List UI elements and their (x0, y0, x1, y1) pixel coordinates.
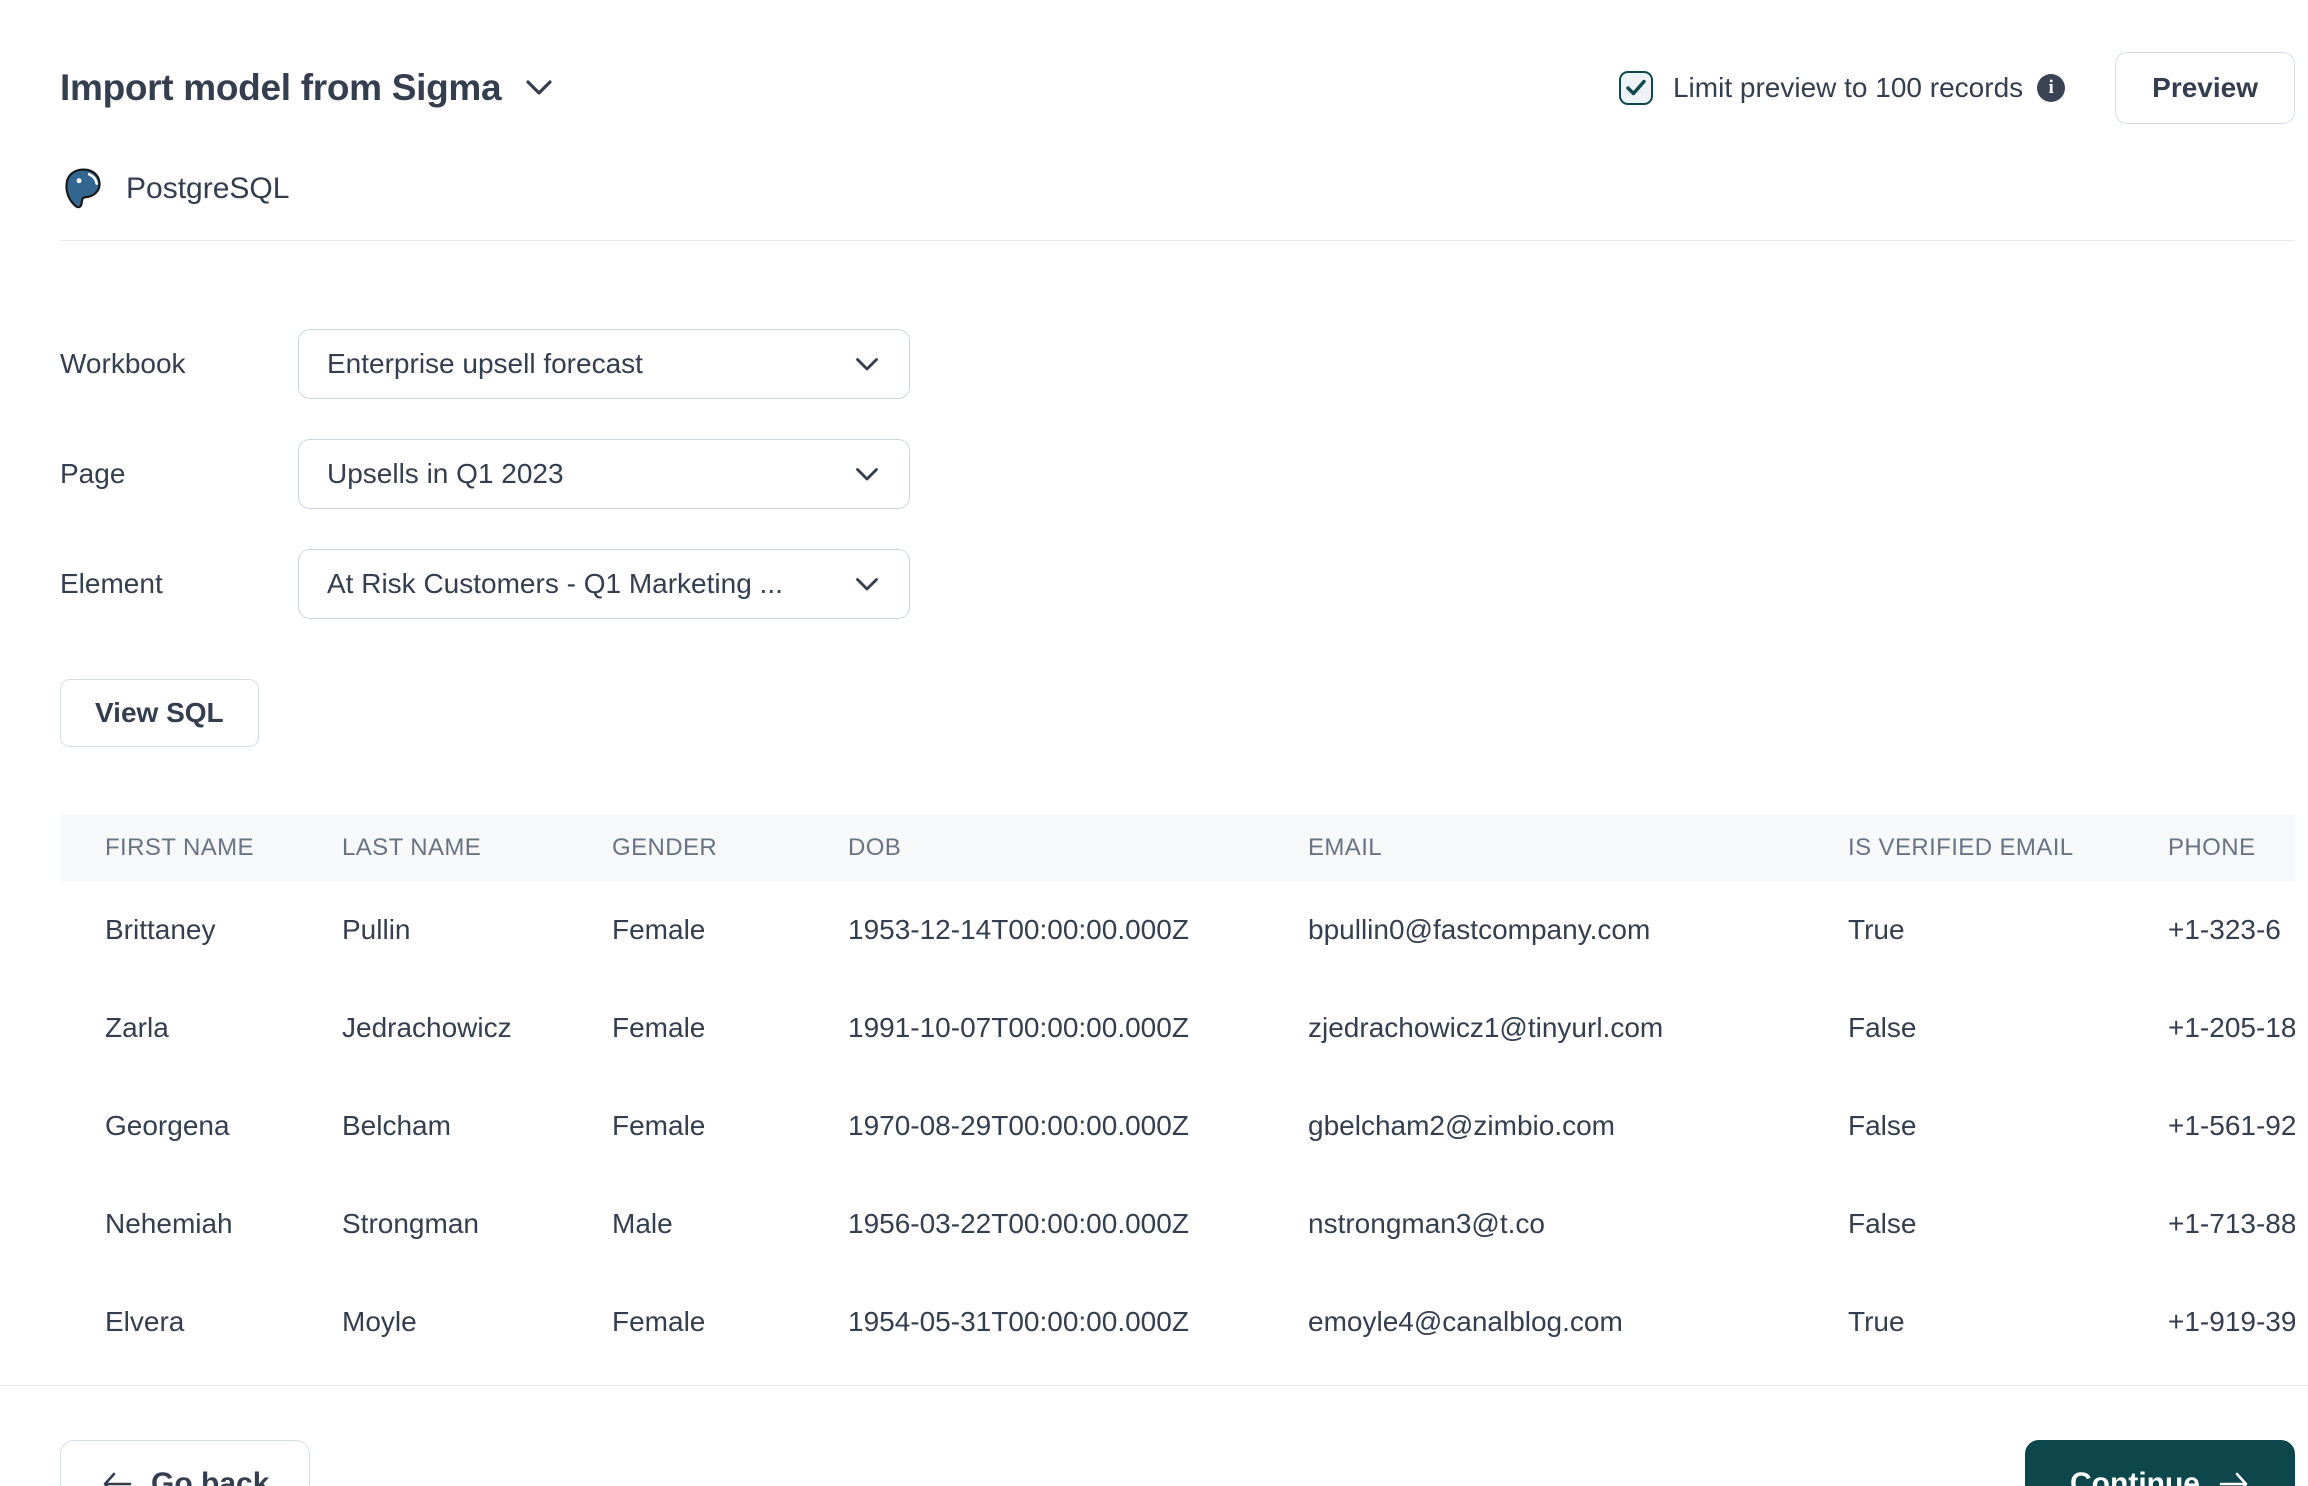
element-select-value: At Risk Customers - Q1 Marketing ... (327, 568, 783, 599)
preview-controls: Limit preview to 100 records i Preview (1618, 52, 2295, 124)
table-cell: False (1848, 1110, 1917, 1141)
table-cell: Jedrachowicz (342, 1012, 512, 1043)
table-cell: False (1848, 1208, 1917, 1239)
table-cell: Brittaney (105, 914, 216, 945)
table-cell: Nehemiah (105, 1208, 233, 1239)
continue-label: Continue (2070, 1467, 2200, 1486)
table-cell: Pullin (342, 914, 411, 945)
chevron-down-icon (855, 357, 879, 372)
table-cell: Female (612, 1012, 706, 1043)
source-name: PostgreSQL (126, 172, 290, 205)
element-label: Element (60, 568, 163, 599)
limit-preview-checkbox[interactable] (1618, 71, 1653, 105)
footer: Go back Continue (0, 1386, 2308, 1486)
element-select[interactable]: At Risk Customers - Q1 Marketing ... (298, 549, 910, 619)
sigma-form: Workbook Enterprise upsell forecast Page… (60, 329, 2295, 619)
divider (60, 240, 2295, 241)
table-cell: Moyle (342, 1306, 417, 1337)
chevron-down-icon (855, 467, 879, 482)
postgresql-icon (60, 166, 106, 212)
workbook-select[interactable]: Enterprise upsell forecast (298, 329, 910, 399)
column-header: EMAIL (1263, 815, 1803, 881)
source-row: PostgreSQL (60, 166, 2295, 212)
topbar: Import model from Sigma Limit preview to… (60, 52, 2295, 124)
table-cell: +1-323-6 (2168, 914, 2281, 945)
table-row: Nehemiah Strongman Male 1956-03-22T00:00:00… (60, 1175, 2295, 1273)
workbook-label: Workbook (60, 348, 186, 379)
table-header-row: FIRST NAME LAST NAME GENDER DOB EMAIL IS VERI… (60, 815, 2295, 881)
table-cell: Female (612, 1110, 706, 1141)
page-select[interactable]: Upsells in Q1 2023 (298, 439, 910, 509)
table-cell: +1-919-39 (2168, 1306, 2295, 1337)
table-cell: 1956-03-22T00:00:00.000Z (848, 1208, 1189, 1239)
table-row: Elvera Moyle Female 1954-05-31T00:00:00.000… (60, 1273, 2295, 1371)
table-row: Georgena Belcham Female 1970-08-29T00:00:00… (60, 1077, 2295, 1175)
checkmark-icon (1626, 79, 1646, 96)
table-cell: 1991-10-07T00:00:00.000Z (848, 1012, 1189, 1043)
table-cell: Male (612, 1208, 673, 1239)
go-back-button[interactable]: Go back (60, 1440, 311, 1486)
workbook-select-value: Enterprise upsell forecast (327, 348, 643, 379)
go-back-label: Go back (151, 1467, 270, 1486)
table-cell: True (1848, 1306, 1905, 1337)
column-header: GENDER (567, 815, 803, 881)
table-cell: +1-561-92 (2168, 1110, 2295, 1141)
table-cell: 1953-12-14T00:00:00.000Z (848, 914, 1189, 945)
table-cell: emoyle4@canalblog.com (1308, 1306, 1623, 1337)
table-cell: True (1848, 914, 1905, 945)
chevron-down-icon[interactable] (525, 79, 553, 97)
table-cell: Female (612, 1306, 706, 1337)
table-cell: Elvera (105, 1306, 185, 1337)
page-row: Page Upsells in Q1 2023 (60, 439, 2295, 509)
column-header: LAST NAME (297, 815, 567, 881)
column-header: FIRST NAME (60, 815, 297, 881)
table-cell: 1954-05-31T00:00:00.000Z (848, 1306, 1189, 1337)
table-row: Brittaney Pullin Female 1953-12-14T00:00:00… (60, 881, 2295, 979)
page-select-value: Upsells in Q1 2023 (327, 458, 564, 489)
import-model-page: Import model from Sigma Limit preview to… (0, 52, 2308, 1371)
table-cell: Belcham (342, 1110, 451, 1141)
table-cell: Female (612, 914, 706, 945)
page-label: Page (60, 458, 126, 489)
chevron-down-icon (855, 577, 879, 592)
preview-button[interactable]: Preview (2115, 52, 2295, 124)
table-cell: +1-713-88 (2168, 1208, 2295, 1239)
table-cell: nstrongman3@t.co (1308, 1208, 1545, 1239)
element-row: Element At Risk Customers - Q1 Marketing… (60, 549, 2295, 619)
table-cell: zjedrachowicz1@tinyurl.com (1308, 1012, 1664, 1043)
table-cell: Zarla (105, 1012, 169, 1043)
table-cell: False (1848, 1012, 1917, 1043)
table-cell: Georgena (105, 1110, 230, 1141)
table-cell: 1970-08-29T00:00:00.000Z (848, 1110, 1189, 1141)
view-sql-button[interactable]: View SQL (60, 679, 259, 747)
page-title: Import model from Sigma (60, 67, 502, 108)
preview-table: FIRST NAME LAST NAME GENDER DOB EMAIL IS VERI… (60, 815, 2295, 1371)
column-header: IS VERIFIED EMAIL (1803, 815, 2123, 881)
table-cell: +1-205-18 (2168, 1012, 2295, 1043)
arrow-left-icon (101, 1471, 133, 1486)
column-header: DOB (803, 815, 1263, 881)
continue-button[interactable]: Continue (2025, 1440, 2295, 1486)
workbook-row: Workbook Enterprise upsell forecast (60, 329, 2295, 399)
title-dropdown[interactable]: Import model from Sigma (60, 67, 553, 109)
arrow-right-icon (2218, 1471, 2250, 1486)
limit-preview-label[interactable]: Limit preview to 100 records (1673, 72, 2023, 104)
info-icon[interactable]: i (2037, 74, 2066, 102)
table-cell: gbelcham2@zimbio.com (1308, 1110, 1615, 1141)
column-header: PHONE (2123, 815, 2295, 881)
table-row: Zarla Jedrachowicz Female 1991-10-07T00:00:… (60, 979, 2295, 1077)
preview-table-container: FIRST NAME LAST NAME GENDER DOB EMAIL IS VERI… (60, 815, 2295, 1371)
table-cell: Strongman (342, 1208, 479, 1239)
table-cell: bpullin0@fastcompany.com (1308, 914, 1651, 945)
